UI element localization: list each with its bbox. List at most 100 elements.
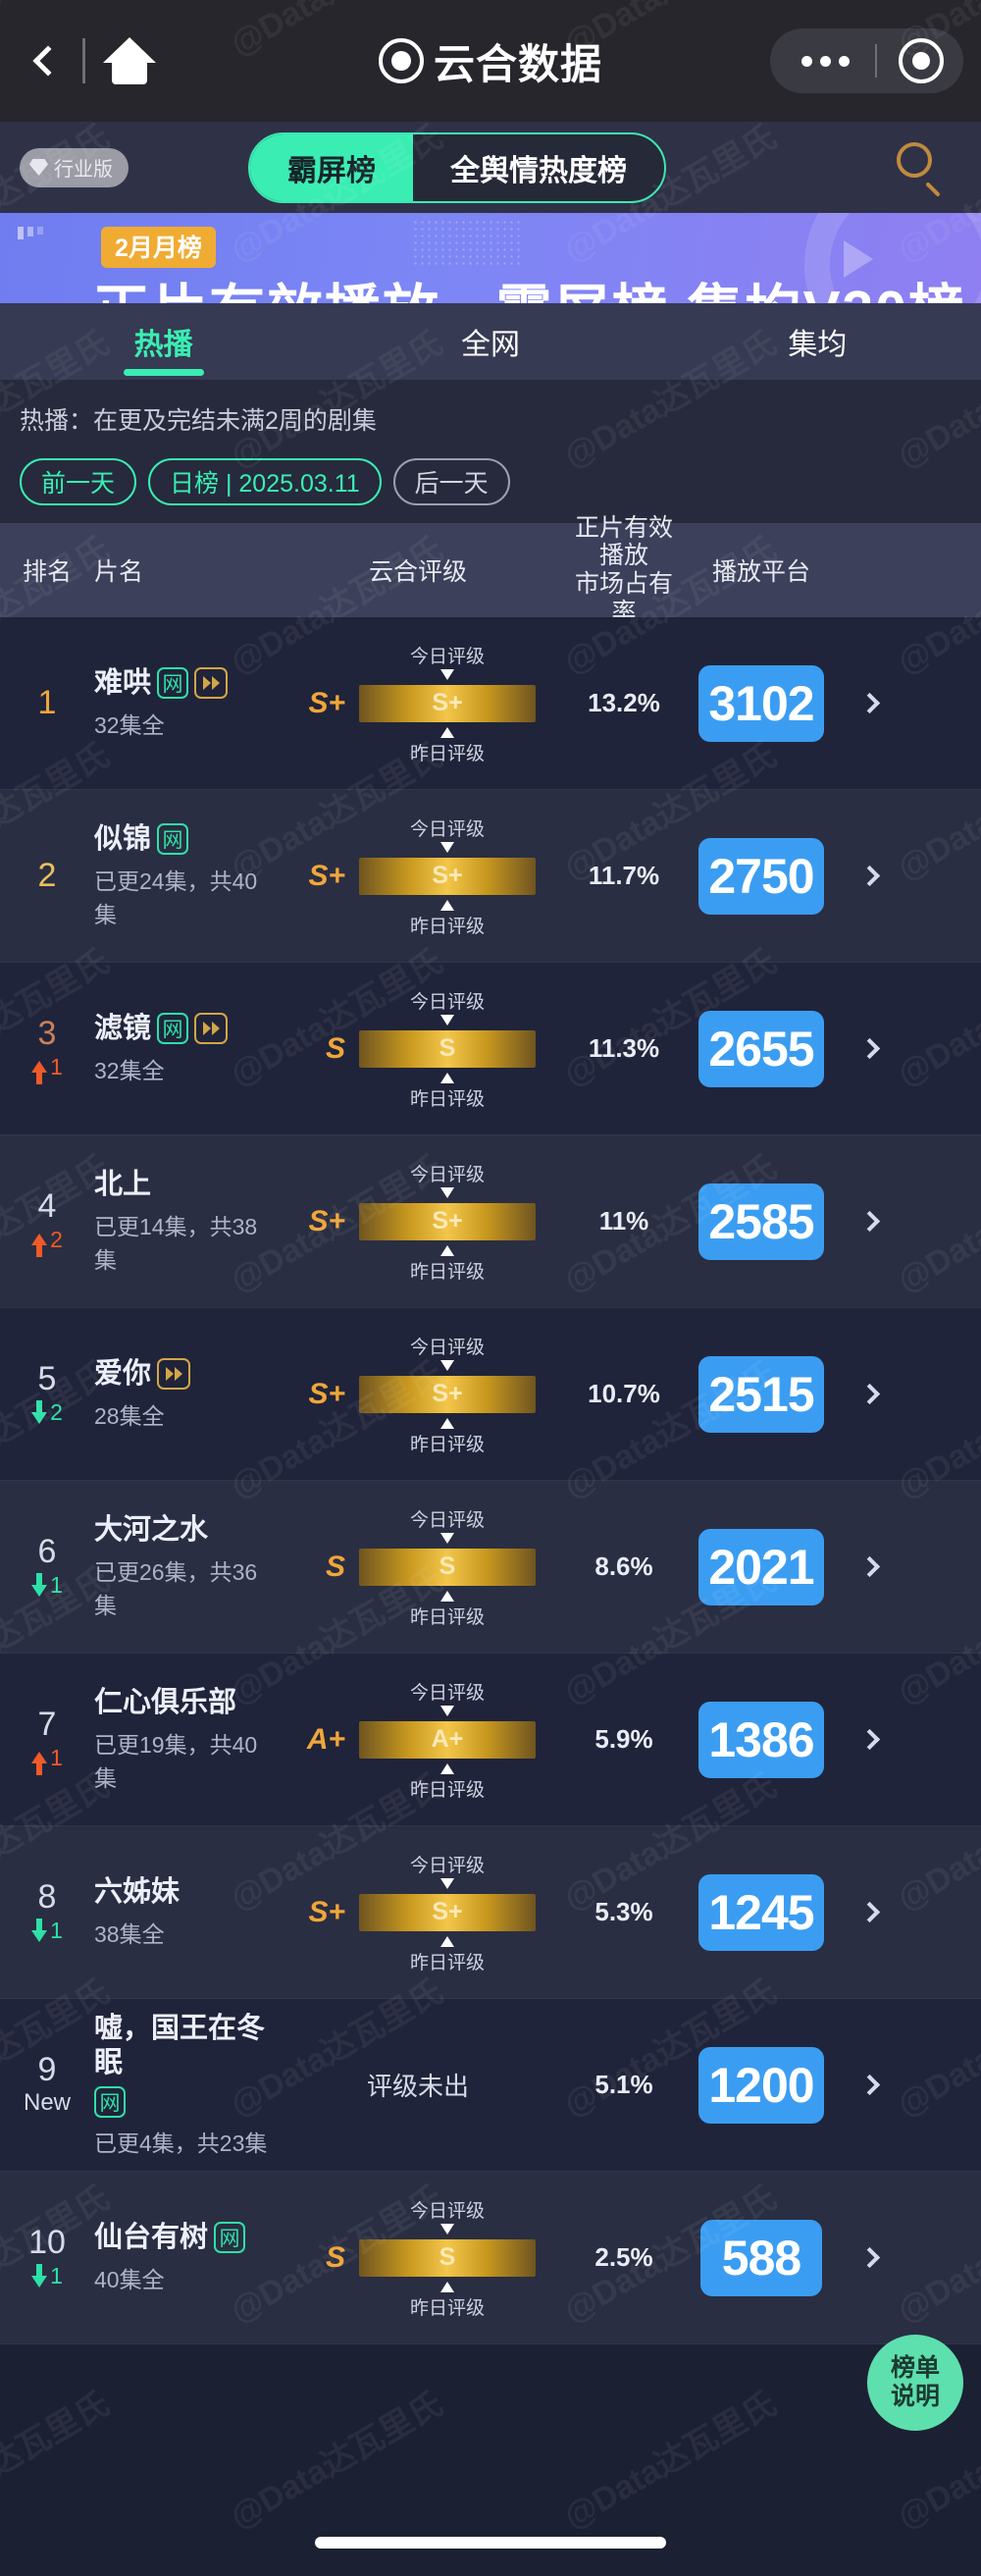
rank-cell: 61: [0, 1534, 94, 1599]
rating-today-marker: [440, 1014, 454, 1025]
row-detail-button[interactable]: [840, 1210, 899, 1233]
promo-banner[interactable]: 2月月榜 正片有效播放 · 霸屏榜 集均V30榜: [0, 213, 981, 303]
market-share-value: 2.5%: [594, 2242, 653, 2272]
next-day-button[interactable]: 后一天: [392, 458, 510, 505]
rating-bar-group: 今日评级 S 昨日评级: [359, 1510, 536, 1628]
platform-badge[interactable]: 1245: [698, 1873, 824, 1951]
table-row[interactable]: 5 2 爱你 28集全 S+ 今日评级 S+ 昨日评级 10.7% 2515: [0, 1308, 981, 1481]
platform-badge[interactable]: 2515: [698, 1355, 824, 1433]
row-detail-button[interactable]: [840, 1383, 899, 1405]
episode-info: 已更19集，共40集: [94, 1732, 258, 1792]
platform-cell[interactable]: 588: [683, 2219, 840, 2296]
arrow-up-icon: [31, 1752, 48, 1776]
segment-tab-baping[interactable]: 霸屏榜: [250, 133, 413, 201]
back-button[interactable]: [18, 45, 78, 77]
rank-delta-up: 1: [31, 1054, 63, 1085]
table-row[interactable]: 2 似锦网已更24集，共40集 S+ 今日评级 S+ 昨日评级 11.7% 2750: [0, 790, 981, 963]
row-detail-button[interactable]: [840, 1901, 899, 1923]
fast-forward-badge-icon: [194, 666, 229, 699]
rating-cell: S 今日评级 S 昨日评级: [271, 2201, 565, 2319]
web-exclusive-badge-icon: 网: [157, 1012, 189, 1044]
row-detail-button[interactable]: [840, 1037, 899, 1060]
rank-cell: 81: [0, 1878, 94, 1944]
filter-section: 热播：在更及完结未满2周的剧集 前一天 日榜 | 2025.03.11 后一天: [0, 380, 981, 523]
platform-badge[interactable]: 2750: [698, 837, 824, 915]
nav-right-capsule: [770, 28, 963, 93]
header-name: 片名: [94, 558, 144, 586]
platform-badge[interactable]: 3102: [698, 664, 824, 742]
table-row[interactable]: 8 1 六姊妹 38集全 S+ 今日评级 S+ 昨日评级 5.3% 1245: [0, 1826, 981, 1999]
industry-edition-badge[interactable]: 行业版: [20, 147, 129, 187]
rank-delta-down: 1: [31, 1918, 63, 1944]
ranking-explanation-button[interactable]: 榜单 说明: [867, 2335, 963, 2431]
row-detail-button[interactable]: [840, 2246, 899, 2269]
web-exclusive-badge-icon: 网: [94, 2085, 126, 2118]
table-row[interactable]: 6 1 大河之水 已更26集，共36集 S 今日评级 S 昨日评级 8.6% 2021: [0, 1481, 981, 1654]
view-tabs: 热播 全网 集均: [0, 303, 981, 380]
row-detail-button[interactable]: [840, 2074, 899, 2096]
table-row[interactable]: 7 1 仁心俱乐部 已更19集，共40集 A+ 今日评级 A+ 昨日评级 5.9% 1386: [0, 1654, 981, 1826]
platform-cell[interactable]: 1245: [683, 1873, 840, 1951]
table-row[interactable]: 4 2 北上 已更14集，共38集 S+ 今日评级 S+ 昨日评级 11% 2585: [0, 1135, 981, 1308]
rank-number: 4: [37, 1187, 57, 1226]
row-detail-button[interactable]: [840, 1728, 899, 1751]
rating-cell: S+ 今日评级 S+ 昨日评级: [271, 1338, 565, 1455]
platform-cell[interactable]: 1200: [683, 2046, 840, 2124]
platform-cell[interactable]: 1386: [683, 1701, 840, 1778]
rating-cell: 评级未出: [271, 2067, 565, 2103]
current-period-button[interactable]: 日榜 | 2025.03.11: [148, 458, 382, 505]
platform-cell[interactable]: 2750: [683, 837, 840, 915]
rating-bar-value: S+: [432, 862, 463, 889]
rating-bar-value: A+: [431, 1725, 464, 1753]
platform-cell[interactable]: 2515: [683, 1355, 840, 1433]
rating-letter: S+: [308, 1895, 345, 1928]
row-detail-button[interactable]: [840, 692, 899, 714]
rating-bar-value: S: [439, 2243, 456, 2271]
platform-cell[interactable]: 2585: [683, 1183, 840, 1260]
search-icon[interactable]: [897, 141, 948, 197]
rating-yesterday-marker: [440, 2281, 454, 2292]
header-platform: 播放平台: [711, 558, 810, 586]
table-row[interactable]: 10 1 仙台有树网 40集全 S 今日评级 S 昨日评级 2.5% 588: [0, 2172, 981, 2344]
platform-cell[interactable]: 2655: [683, 1010, 840, 1087]
title-cell: 似锦网已更24集，共40集: [94, 822, 271, 930]
tab-hot[interactable]: 热播: [0, 303, 327, 380]
industry-edition-label: 行业版: [54, 159, 113, 181]
rank-number: 8: [37, 1878, 57, 1917]
nav-capsule-divider: [875, 44, 877, 78]
more-dots-icon[interactable]: [776, 55, 875, 67]
platform-cell[interactable]: 2021: [683, 1528, 840, 1605]
row-detail-button[interactable]: [840, 865, 899, 887]
table-row[interactable]: 1 难哄网 32集全 S+ 今日评级 S+ 昨日评级 13.2% 3102: [0, 617, 981, 790]
row-detail-button[interactable]: [840, 1555, 899, 1578]
tab-全网[interactable]: 全网: [327, 303, 653, 380]
platform-badge[interactable]: 1386: [698, 1701, 824, 1778]
title-line: 仙台有树网: [94, 2221, 271, 2255]
platform-badge[interactable]: 2655: [698, 1010, 824, 1087]
prev-day-button[interactable]: 前一天: [20, 458, 137, 505]
rating-yesterday-label: 昨日评级: [409, 1606, 486, 1628]
rating-letter: S+: [308, 1377, 345, 1410]
show-title: 难哄: [94, 666, 152, 699]
segment-tab-quyuqing[interactable]: 全舆情热度榜: [413, 134, 664, 201]
rank-cell: 2: [0, 858, 94, 894]
platform-badge[interactable]: 588: [700, 2219, 822, 2296]
rank-cell: 10 1: [0, 2225, 94, 2289]
target-icon[interactable]: [899, 38, 944, 83]
table-header: 排名 片名 云合评级 正片有效播放 市场占有率 播放平台: [0, 514, 981, 626]
table-row[interactable]: 3 1 滤镜网 32集全 S 今日评级 S 昨日评级 11.3% 2655: [0, 963, 981, 1135]
platform-badge[interactable]: 2585: [698, 1183, 824, 1260]
market-share-value: 5.1%: [594, 2070, 653, 2099]
rating-today-label: 今日评级: [409, 991, 486, 1013]
platform-cell[interactable]: 3102: [683, 664, 840, 742]
tab-average[interactable]: 集均: [654, 303, 981, 380]
show-title: 爱你: [94, 1357, 152, 1390]
rank-cell: 1: [0, 685, 94, 721]
home-icon[interactable]: [103, 37, 156, 84]
platform-badge[interactable]: 1200: [698, 2046, 824, 2124]
table-row[interactable]: 9 New 嘘，国王在冬眠网已更4集，共23集 评级未出 5.1% 1200: [0, 1999, 981, 2172]
platform-badge[interactable]: 2021: [698, 1528, 824, 1605]
arrow-down-icon: [31, 2264, 48, 2288]
rating-bar: S: [359, 2238, 536, 2277]
rating-today-marker: [440, 2223, 454, 2234]
